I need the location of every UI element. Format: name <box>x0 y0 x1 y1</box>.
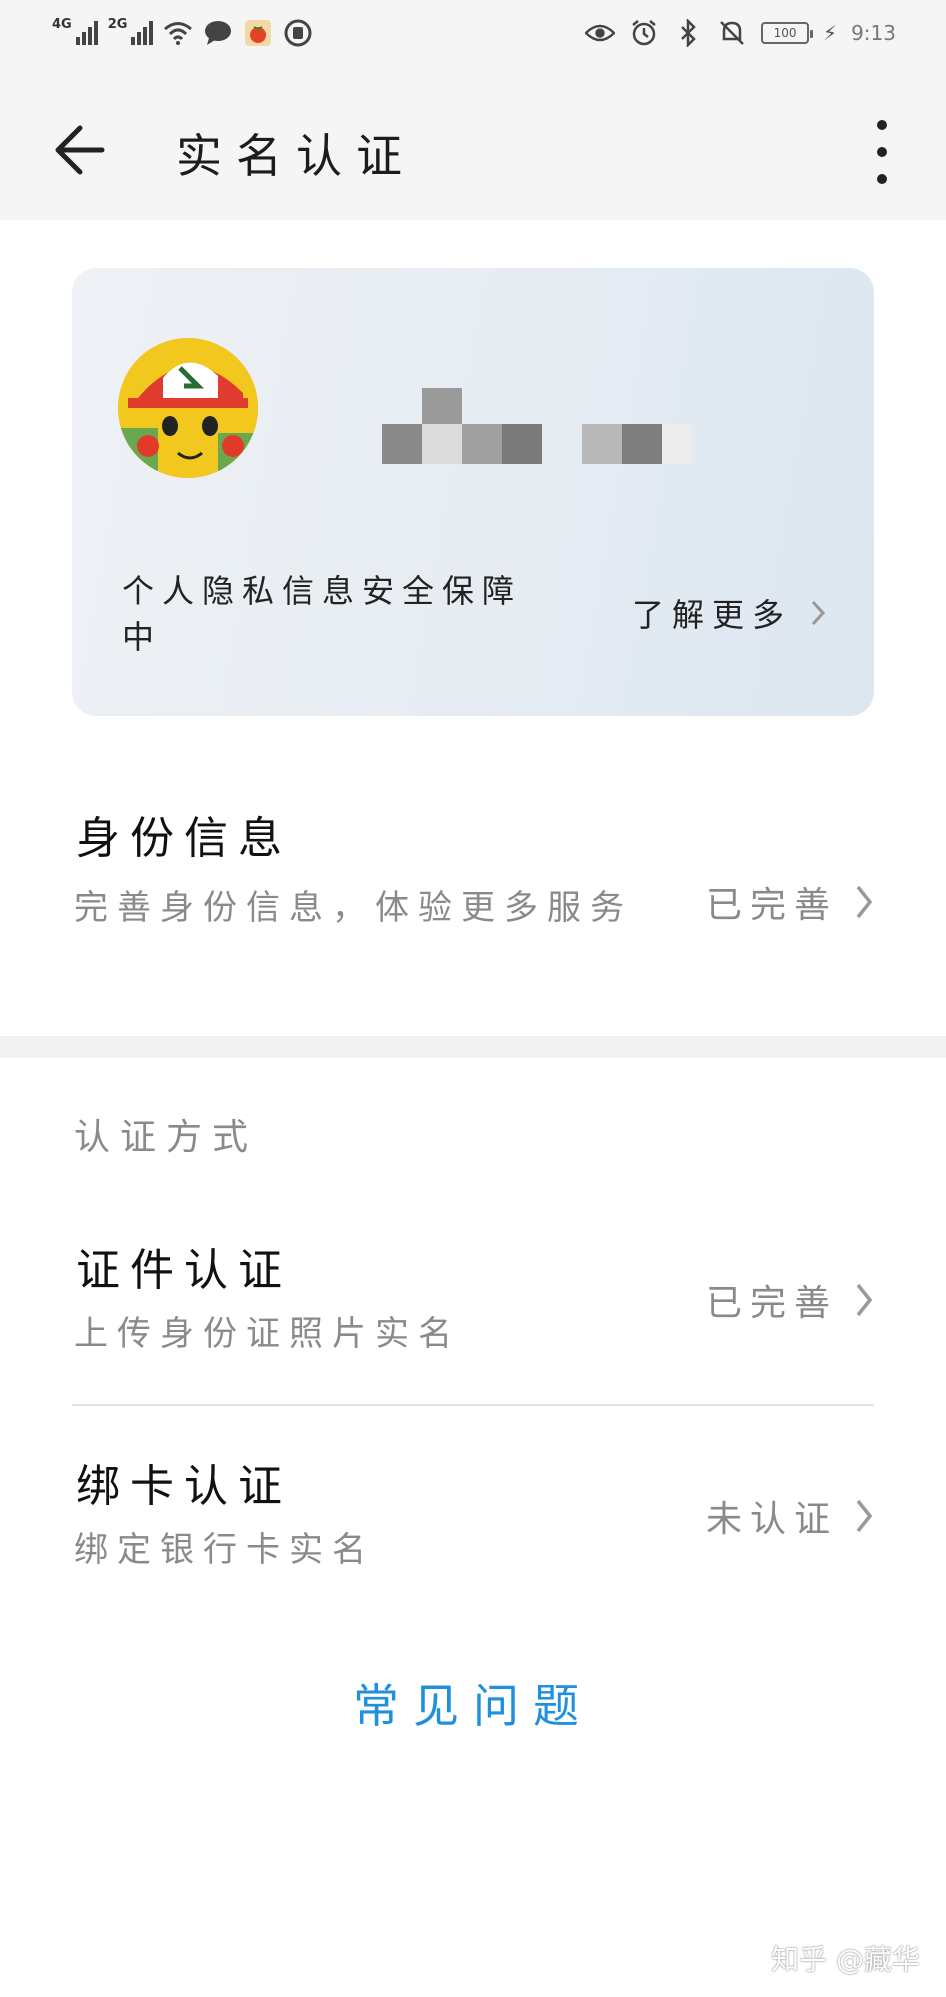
message-icon <box>203 18 233 48</box>
charging-icon: ⚡ <box>823 21 838 45</box>
wifi-icon <box>163 18 193 48</box>
learn-more-label: 了解更多 <box>631 596 792 634</box>
privacy-note: 个人隐私信息安全保障中 <box>122 572 523 656</box>
battery-level: 100 <box>773 26 797 40</box>
auth-methods-label: 认证方式 <box>74 1117 259 1158</box>
identity-subtitle: 完善身份信息，体验更多服务 <box>74 888 633 928</box>
status-right-icons: 100 ⚡ 9:13 <box>585 18 896 48</box>
battery-icon: 100 <box>761 22 814 44</box>
id-auth-status: 已完善 <box>706 1274 874 1326</box>
id-auth-subtitle: 上传身份证照片实名 <box>74 1314 461 1354</box>
bank-auth-status: 未认证 <box>706 1490 874 1542</box>
privacy-card: 个人隐私信息安全保障中 了解更多 <box>72 268 874 716</box>
identity-status-label: 已完善 <box>705 885 838 926</box>
bank-auth-title: 绑卡认证 <box>76 1461 292 1512</box>
watermark: 知乎 @藏华 <box>771 1943 920 1976</box>
signal-icon: 2G <box>107 17 154 45</box>
row-divider <box>72 1404 874 1406</box>
tomato-app-icon <box>243 18 273 48</box>
identity-status: 已完善 <box>706 876 874 928</box>
network-type-label: 2G <box>107 17 128 32</box>
bank-auth-status-label: 未认证 <box>705 1499 838 1540</box>
more-dot-icon <box>877 120 887 130</box>
back-arrow-icon <box>55 125 105 175</box>
status-left-icons: 4G 2G <box>52 18 313 48</box>
chevron-right-icon <box>856 1283 873 1317</box>
identity-title: 身份信息 <box>76 813 292 864</box>
avatar[interactable] <box>118 338 258 478</box>
status-bar: 4G 2G 100 ⚡ 9:13 <box>0 0 946 80</box>
alarm-icon <box>629 18 659 48</box>
chevron-right-icon <box>811 600 826 626</box>
faq-link[interactable]: 常见问题 <box>0 1670 946 1736</box>
eye-icon <box>585 18 616 48</box>
pikachu-avatar-image <box>118 338 258 478</box>
learn-more-link[interactable]: 了解更多 <box>632 590 826 636</box>
more-dot-icon <box>877 147 887 157</box>
signal-icon: 4G <box>52 17 98 45</box>
app-bar: 实名认证 <box>0 80 946 220</box>
page-title: 实名认证 <box>176 129 416 183</box>
bank-card-auth-row[interactable]: 绑卡认证 绑定银行卡实名 未认证 <box>0 1420 946 1610</box>
more-options-button[interactable] <box>870 120 894 184</box>
more-dot-icon <box>877 174 887 184</box>
network-type-label: 4G <box>52 17 72 32</box>
bank-auth-subtitle: 绑定银行卡实名 <box>74 1530 375 1570</box>
back-button[interactable] <box>52 120 112 180</box>
identity-info-row[interactable]: 身份信息 完善身份信息，体验更多服务 已完善 <box>0 760 946 1030</box>
status-time: 9:13 <box>851 21 896 45</box>
hand-app-icon <box>283 18 313 48</box>
id-document-auth-row[interactable]: 证件认证 上传身份证照片实名 已完善 <box>0 1210 946 1400</box>
mute-bell-icon <box>717 18 747 48</box>
section-divider <box>0 1036 946 1058</box>
id-auth-status-label: 已完善 <box>705 1283 838 1324</box>
chevron-right-icon <box>856 1499 873 1533</box>
id-auth-title: 证件认证 <box>76 1245 292 1296</box>
bluetooth-icon <box>673 18 703 48</box>
chevron-right-icon <box>856 885 873 919</box>
